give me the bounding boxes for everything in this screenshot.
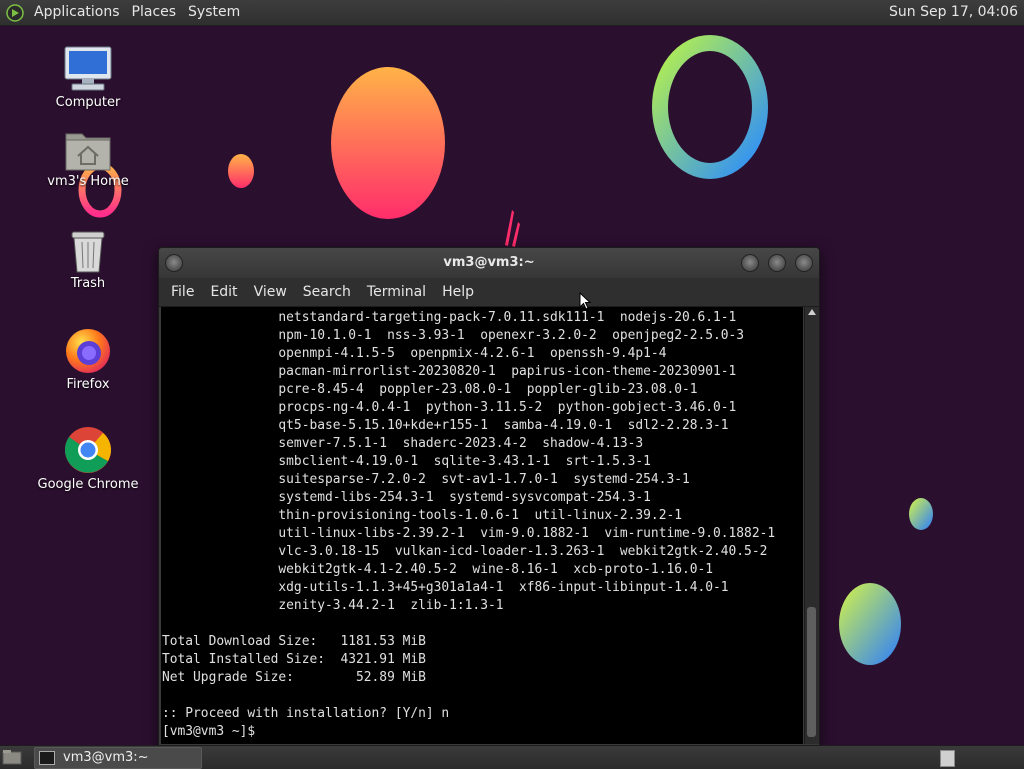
places-menu[interactable]: Places: [126, 0, 183, 25]
orange-blob: [331, 67, 445, 219]
mouse-cursor-icon: [579, 292, 591, 310]
terminal-menubar: File Edit View Search Terminal Help: [159, 278, 819, 307]
minimize-button[interactable]: [741, 254, 759, 272]
top-panel: Applications Places System Sun Sep 17, 0…: [0, 0, 1024, 26]
home-folder-icon: [65, 133, 111, 171]
close-button[interactable]: [795, 254, 813, 272]
desktop-icon-label: vm3's Home: [47, 174, 129, 189]
scroll-up-arrow-icon[interactable]: [808, 309, 816, 315]
scroll-thumb[interactable]: [807, 607, 816, 737]
taskbar-window-label: vm3@vm3:~: [63, 750, 149, 765]
terminal-scrollbar[interactable]: [804, 307, 819, 744]
desktop-icon-label: Computer: [55, 95, 121, 110]
desktop-icon-trash[interactable]: Trash: [28, 228, 148, 291]
workspace-switcher[interactable]: [940, 750, 955, 767]
menu-edit[interactable]: Edit: [202, 278, 245, 306]
terminal-output[interactable]: netstandard-targeting-pack-7.0.11.sdk111…: [161, 307, 803, 744]
firefox-icon: [66, 329, 110, 373]
blue-blob: [839, 583, 901, 665]
bottom-taskbar: vm3@vm3:~: [0, 745, 1024, 769]
chrome-icon: [64, 427, 111, 473]
applications-menu[interactable]: Applications: [28, 0, 126, 25]
terminal-icon: [39, 751, 55, 765]
desktop-icon-label: Firefox: [66, 377, 110, 392]
maximize-button[interactable]: [768, 254, 786, 272]
show-desktop-icon[interactable]: [2, 749, 22, 765]
terminal-window[interactable]: vm3@vm3:~ File Edit View Search Terminal…: [158, 247, 820, 747]
desktop-icon-firefox[interactable]: Firefox: [28, 325, 148, 392]
window-title: vm3@vm3:~: [443, 255, 535, 270]
desktop-icon-label: Google Chrome: [37, 477, 139, 492]
small-blue-blob: [909, 498, 933, 530]
trash-icon: [71, 231, 105, 273]
menu-view[interactable]: View: [246, 278, 295, 306]
desktop-icon-label: Trash: [70, 276, 106, 291]
desktop-icon-home[interactable]: vm3's Home: [28, 128, 148, 189]
desktop-icon-chrome[interactable]: Google Chrome: [28, 425, 148, 492]
clock[interactable]: Sun Sep 17, 04:06: [889, 0, 1018, 25]
menu-file[interactable]: File: [163, 278, 202, 306]
distro-logo-icon[interactable]: [6, 3, 24, 22]
menu-help[interactable]: Help: [434, 278, 482, 306]
terminal-text: netstandard-targeting-pack-7.0.11.sdk111…: [162, 310, 776, 739]
system-menu[interactable]: System: [182, 0, 246, 25]
menu-terminal[interactable]: Terminal: [359, 278, 434, 306]
computer-icon: [64, 46, 112, 91]
window-menu-button[interactable]: [165, 254, 183, 272]
small-orange-blob: [228, 154, 254, 188]
menu-search[interactable]: Search: [295, 278, 359, 306]
window-titlebar[interactable]: vm3@vm3:~: [159, 248, 819, 278]
taskbar-window-terminal[interactable]: vm3@vm3:~: [34, 747, 202, 769]
desktop-icon-computer[interactable]: Computer: [28, 45, 148, 110]
